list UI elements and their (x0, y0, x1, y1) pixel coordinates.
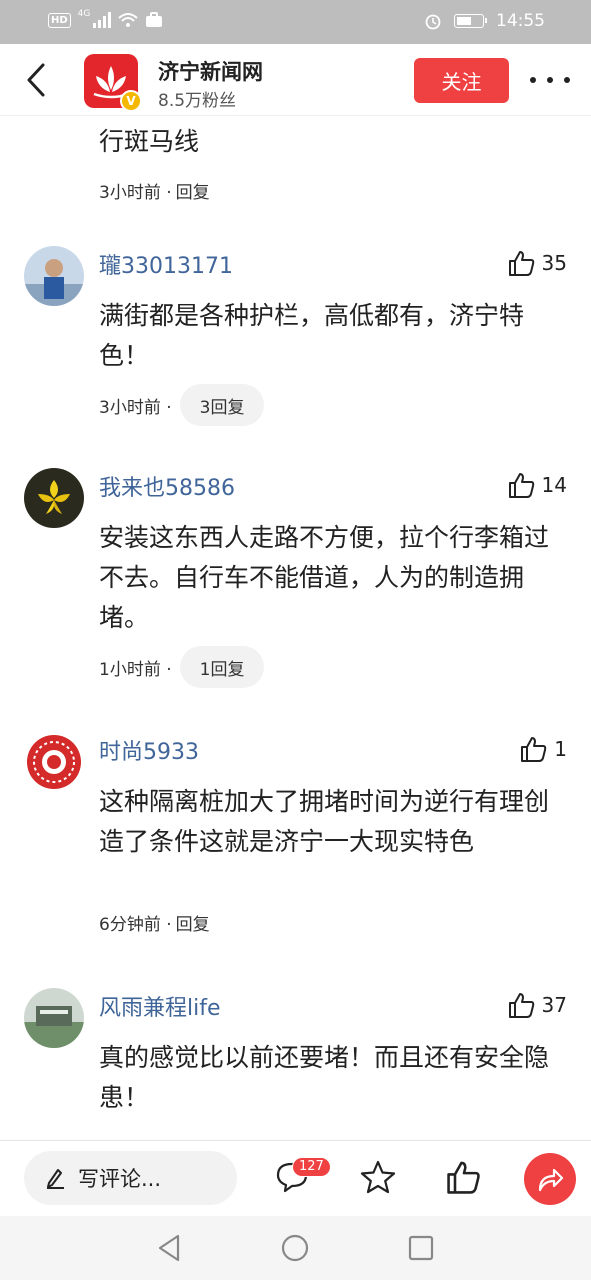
comment-text: 行斑马线 (99, 127, 200, 156)
more-dot (564, 77, 570, 83)
write-comment-placeholder: 写评论... (78, 1167, 162, 1191)
commenter-name[interactable]: 时尚5933 (99, 734, 199, 766)
avatar[interactable] (24, 988, 84, 1048)
channel-name[interactable]: 济宁新闻网 (158, 56, 263, 86)
reply-link[interactable]: 回复 (176, 178, 210, 203)
back-button[interactable] (18, 60, 54, 100)
comment-time: 1小时前 · (99, 659, 172, 680)
avatar[interactable] (24, 468, 84, 528)
channel-logo[interactable]: V (84, 54, 142, 112)
comment-time: 3小时前 · (99, 397, 172, 418)
status-time: 14:55 (496, 11, 545, 31)
more-dot (547, 77, 553, 83)
reply-count-button[interactable]: 3回复 (179, 384, 265, 426)
alarm-icon (425, 14, 441, 30)
bottom-action-bar: 写评论... 127 (0, 1140, 591, 1216)
pencil-icon (47, 1169, 64, 1189)
comment-meta: 6分钟前 · 回复 (99, 910, 210, 935)
like-button[interactable]: 37 (508, 992, 567, 1018)
more-dot (530, 77, 536, 83)
article-header: V 济宁新闻网 8.5万粉丝 关注 (0, 44, 591, 116)
like-count: 35 (541, 251, 567, 275)
share-icon (538, 1168, 564, 1192)
comment-time: 6分钟前 · (99, 915, 172, 935)
verified-badge: V (120, 90, 142, 112)
like-count: 14 (541, 473, 567, 497)
avatar-image (24, 988, 84, 1048)
commenter-name[interactable]: 瓏33013171 (99, 248, 233, 280)
like-button[interactable]: 14 (508, 472, 567, 498)
nav-back-button[interactable] (151, 1230, 187, 1266)
reply-count-button[interactable]: 1回复 (179, 646, 265, 688)
avatar-image (24, 468, 84, 528)
status-right: 14:55 (424, 11, 545, 31)
follow-button[interactable]: 关注 (414, 58, 509, 103)
like-article-button[interactable] (444, 1157, 484, 1197)
signal-icon (93, 12, 112, 28)
thumbs-up-icon (447, 1161, 480, 1194)
thumbs-up-icon (508, 473, 534, 498)
avatar[interactable] (24, 732, 84, 792)
comment-time: 3小时前 · (99, 183, 172, 203)
like-button[interactable]: 35 (508, 250, 567, 276)
comment-meta: 3小时前 · 3回复 (99, 384, 265, 426)
thumbs-up-icon (521, 737, 547, 762)
avatar[interactable] (24, 246, 84, 306)
comment-list[interactable]: 行斑马线 3小时前 · 回复 瓏33013171 35 满街都是各种护栏，高低都… (0, 116, 591, 1140)
system-nav-bar (0, 1216, 591, 1280)
status-bar: HD 4G 14:55 (0, 0, 591, 44)
nav-home-button[interactable] (277, 1230, 313, 1266)
chevron-left-icon (27, 63, 45, 97)
commenter-name[interactable]: 风雨兼程life (99, 990, 221, 1022)
comment-count-badge: 127 (292, 1157, 331, 1177)
nav-recents-button[interactable] (403, 1230, 439, 1266)
star-icon (360, 1160, 396, 1194)
favorite-button[interactable] (358, 1157, 398, 1197)
share-button[interactable] (524, 1153, 576, 1205)
home-circle-icon (281, 1234, 309, 1262)
like-button[interactable]: 1 (520, 736, 567, 762)
avatar-image (24, 246, 84, 306)
comment-text: 满街都是各种护栏，高低都有，济宁特色！ (99, 301, 525, 370)
comment-text: 真的感觉比以前还要堵！而且还有安全隐患！ (99, 1043, 550, 1112)
fans-count: 8.5万粉丝 (158, 91, 237, 111)
write-comment-input[interactable]: 写评论... (24, 1151, 237, 1205)
comment-text: 安装这东西人走路不方便，拉个行李箱过不去。自行车不能借道，人为的制造拥堵。 (99, 523, 550, 632)
comment-text: 这种隔离桩加大了拥堵时间为逆行有理创造了条件这就是济宁一大现实特色 (99, 787, 550, 856)
thumbs-up-icon (508, 993, 534, 1018)
back-triangle-icon (158, 1234, 180, 1262)
battery-icon (454, 14, 487, 28)
recents-square-icon (408, 1235, 434, 1261)
reply-link[interactable]: 回复 (176, 910, 210, 935)
avatar-image (24, 732, 84, 792)
briefcase-icon (146, 12, 163, 27)
comment-meta: 1小时前 · 1回复 (99, 646, 265, 688)
comment-meta: 3小时前 · 回复 (99, 178, 210, 203)
thumbs-up-icon (508, 251, 534, 276)
commenter-name[interactable]: 我来也58586 (99, 470, 235, 502)
like-count: 37 (541, 993, 567, 1017)
hd-badge: HD (48, 12, 71, 28)
status-left: HD 4G (48, 9, 163, 28)
more-button[interactable] (530, 66, 570, 94)
wifi-icon (118, 13, 139, 27)
network-label: 4G (77, 9, 91, 19)
like-count: 1 (554, 737, 567, 761)
